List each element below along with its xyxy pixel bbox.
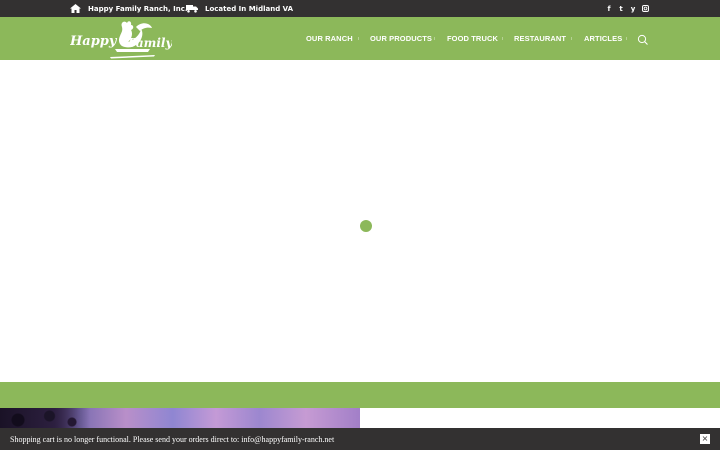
- nav-item-restaurant[interactable]: RESTAURANT: [514, 17, 566, 60]
- site-logo[interactable]: Happy Family: [69, 19, 173, 59]
- nav-item-our-ranch[interactable]: OUR RANCH: [306, 17, 353, 60]
- nav-item-food-truck[interactable]: FOOD TRUCK: [447, 17, 498, 60]
- nav-item-label: OUR PRODUCTS: [370, 34, 433, 43]
- truck-icon: [186, 5, 198, 13]
- twitter-icon[interactable]: t: [617, 4, 625, 14]
- social-links: f t y: [605, 0, 649, 17]
- company-name: Happy Family Ranch, Inc.: [88, 4, 188, 13]
- location-info: Located In Midland VA: [186, 0, 293, 17]
- top-info-bar: Happy Family Ranch, Inc. Located In Midl…: [0, 0, 720, 17]
- nav-item-label: ARTICLES: [584, 34, 623, 43]
- close-icon[interactable]: ×: [700, 434, 710, 444]
- nav-separator: [626, 37, 627, 40]
- location-text: Located In Midland VA: [205, 4, 293, 13]
- search-icon[interactable]: [637, 33, 649, 45]
- home-icon: [70, 4, 81, 13]
- green-section-band: [0, 382, 720, 408]
- nav-separator: [434, 37, 435, 40]
- svg-text:Family: Family: [127, 36, 172, 50]
- yelp-icon[interactable]: y: [629, 4, 637, 14]
- loading-spinner: [360, 220, 372, 232]
- nav-item-label: OUR RANCH: [306, 34, 353, 43]
- nav-separator: [571, 37, 572, 40]
- nav-item-our-products[interactable]: OUR PRODUCTS: [370, 17, 432, 60]
- nav-item-label: RESTAURANT: [514, 34, 567, 43]
- nav-separator: [358, 37, 359, 40]
- nav-item-articles[interactable]: ARTICLES: [584, 17, 622, 60]
- instagram-icon[interactable]: [641, 4, 649, 14]
- rooster-logo-icon: Happy Family: [69, 21, 173, 59]
- company-info: Happy Family Ranch, Inc.: [70, 0, 188, 17]
- store-notice-bar: Shopping cart is no longer functional. P…: [0, 428, 720, 450]
- tree-silhouette: [0, 408, 90, 428]
- logo-text-happy: Happy: [70, 34, 118, 49]
- store-notice-text: Shopping cart is no longer functional. P…: [10, 434, 335, 444]
- nav-separator: [502, 37, 503, 40]
- nav-item-label: FOOD TRUCK: [447, 34, 498, 43]
- facebook-icon[interactable]: f: [605, 4, 613, 14]
- main-navbar: Happy Family OUR RANCH OUR PRODUCTS FOOD…: [0, 17, 720, 60]
- sunset-sky-image: [0, 408, 360, 428]
